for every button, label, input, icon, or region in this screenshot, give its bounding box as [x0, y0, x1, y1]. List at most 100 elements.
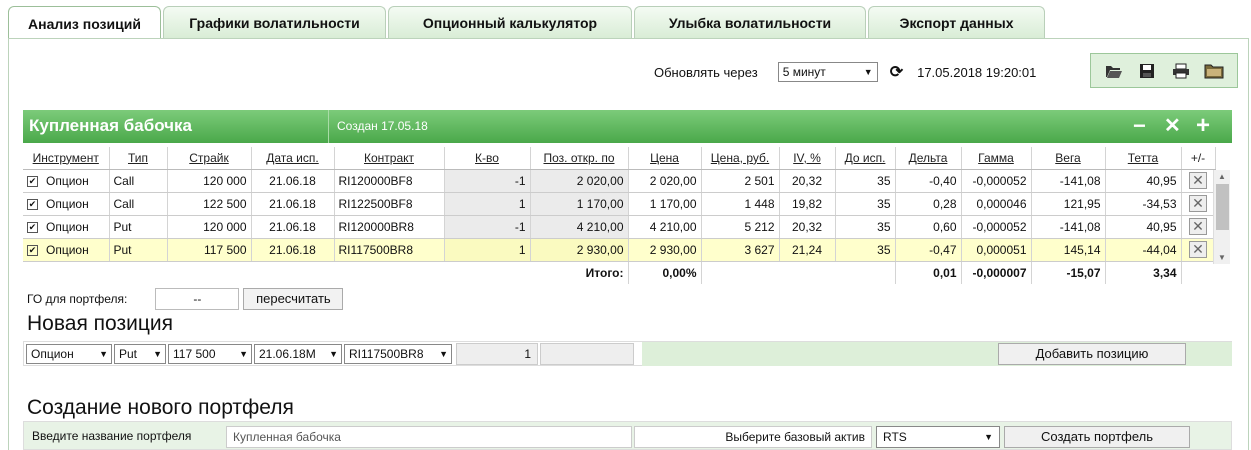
tab-option-calculator[interactable]: Опционный калькулятор [388, 6, 632, 39]
table-row[interactable]: ✔ Опцион Put 120 000 21.06.18 RI120000BR8 -1 4 … [23, 215, 1216, 239]
type-select[interactable]: Put ▼ [114, 343, 166, 364]
col-header-type[interactable]: Тип [109, 147, 168, 170]
base-asset-label: Выберите базовый актив [634, 426, 872, 448]
table-cell[interactable]: 1 [444, 192, 531, 216]
col-header-strike[interactable]: Страйк [167, 147, 252, 170]
table-cell[interactable]: 2 020,00 [530, 169, 629, 193]
remove-row-icon[interactable]: ✕ [1189, 241, 1207, 258]
table-row[interactable]: ✔ Опцион Put 117 500 21.06.18 RI117500BR8 1 2 9… [23, 238, 1216, 262]
tab-position-analysis[interactable]: Анализ позиций [8, 6, 161, 40]
cell-value: 19,82 [791, 196, 823, 211]
collapse-icon[interactable]: − [1133, 115, 1146, 137]
cell-value: 21,24 [791, 242, 823, 257]
table-cell: -0,40 [895, 169, 962, 193]
row-select-checkbox[interactable]: ✔ [27, 198, 38, 210]
table-row[interactable]: ✔ Опцион Call 122 500 21.06.18 RI122500BF8 1 1 … [23, 192, 1216, 216]
cell-value: 0,60 [933, 219, 957, 234]
remove-row-icon[interactable]: ✕ [1189, 195, 1207, 212]
col-header-open-price[interactable]: Поз. откр. по [530, 147, 629, 170]
row-select-checkbox[interactable]: ✔ [27, 221, 38, 233]
table-cell[interactable]: 2 930,00 [530, 238, 629, 262]
col-header-expiry[interactable]: Дата исп. [251, 147, 335, 170]
add-position-button[interactable]: Добавить позицию [998, 343, 1186, 365]
cell-value: 4 210,00 [576, 219, 624, 234]
table-cell: 145,14 [1031, 238, 1106, 262]
col-header-instrument[interactable]: Инструмент [23, 147, 110, 170]
portfolio-name-input[interactable]: Купленная бабочка [226, 426, 632, 448]
tab-volatility-charts[interactable]: Графики волатильности [163, 6, 386, 39]
recalculate-button[interactable]: пересчитать [243, 288, 344, 310]
col-header-theta[interactable]: Тетта [1105, 147, 1182, 170]
cell-value: RI117500BR8 [338, 242, 414, 257]
add-icon[interactable]: + [1196, 114, 1210, 138]
table-cell: 2 501 [701, 169, 780, 193]
cell-value: 1 448 [744, 196, 775, 211]
table-cell[interactable]: 1 [444, 238, 531, 262]
create-portfolio-button[interactable]: Создать портфель [1004, 426, 1190, 448]
table-cell[interactable]: -1 [444, 169, 531, 193]
col-header-days-to-expiry[interactable]: До исп. [835, 147, 896, 170]
print-icon[interactable] [1170, 60, 1192, 82]
col-header-vega[interactable]: Вега [1031, 147, 1106, 170]
table-cell: ✕ [1181, 238, 1216, 262]
table-cell: 2 930,00 [628, 238, 702, 262]
table-cell: 20,32 [779, 215, 836, 239]
last-update-datetime: 17.05.2018 19:20:01 [917, 64, 1037, 80]
row-select-checkbox[interactable]: ✔ [27, 175, 38, 187]
table-cell: RI117500BR8 [334, 238, 445, 262]
portfolio-name: Купленная бабочка [29, 116, 193, 135]
total-blank [23, 261, 530, 284]
quantity-input[interactable]: 1 [456, 342, 538, 365]
table-cell: 120 000 [167, 215, 252, 239]
instrument-select[interactable]: Опцион ▼ [26, 343, 112, 364]
remove-row-icon[interactable]: ✕ [1189, 218, 1207, 235]
table-cell: 122 500 [167, 192, 252, 216]
open-price-input[interactable] [540, 342, 634, 365]
remove-row-icon[interactable]: ✕ [1189, 172, 1207, 189]
strike-select-value: 117 500 [173, 346, 216, 361]
save-icon[interactable] [1136, 60, 1158, 82]
total-value: 3,34 [1104, 261, 1182, 284]
col-header-iv[interactable]: IV, % [779, 147, 836, 170]
close-icon[interactable]: ✕ [1164, 115, 1181, 137]
cell-value: Опцион [46, 196, 89, 211]
row-select-checkbox[interactable]: ✔ [27, 244, 38, 256]
scroll-down-icon[interactable]: ▼ [1218, 253, 1226, 262]
table-cell: 21,24 [779, 238, 836, 262]
base-asset-select-value: RTS [883, 430, 907, 444]
table-row[interactable]: ✔ Опцион Call 120 000 21.06.18 RI120000BF8 -1 2… [23, 169, 1216, 193]
table-cell[interactable]: -1 [444, 215, 531, 239]
tab-volatility-smile[interactable]: Улыбка волатильности [634, 6, 866, 39]
create-portfolio-heading: Создание нового портфеля [27, 396, 294, 419]
chevron-down-icon: ▼ [984, 432, 993, 442]
col-header-price[interactable]: Цена [628, 147, 702, 170]
strike-select[interactable]: 117 500 ▼ [168, 343, 252, 364]
contract-select[interactable]: RI117500BR8 ▼ [344, 343, 452, 364]
folder-icon[interactable] [1203, 60, 1225, 82]
table-cell: RI120000BR8 [334, 215, 445, 239]
refresh-interval-select[interactable]: 5 минут ▼ [777, 62, 878, 82]
base-asset-select[interactable]: RTS ▼ [876, 426, 1000, 448]
table-cell: RI120000BF8 [334, 169, 445, 193]
table-cell[interactable]: 1 170,00 [530, 192, 629, 216]
table-cell: 120 000 [167, 169, 252, 193]
col-header-quantity[interactable]: К-во [444, 147, 531, 170]
cell-value: 1 170,00 [576, 196, 624, 211]
cell-value: Опцион [46, 173, 89, 188]
col-header-price-rub[interactable]: Цена, руб. [701, 147, 780, 170]
chevron-down-icon: ▼ [153, 348, 162, 359]
scroll-up-icon[interactable]: ▲ [1218, 172, 1226, 181]
scrollbar-thumb[interactable] [1216, 184, 1229, 230]
table-cell: ✕ [1181, 192, 1216, 216]
col-header-delta[interactable]: Дельта [895, 147, 962, 170]
expiry-select[interactable]: 21.06.18M ▼ [254, 343, 342, 364]
col-header-contract[interactable]: Контракт [334, 147, 445, 170]
table-cell[interactable]: 4 210,00 [530, 215, 629, 239]
refresh-icon[interactable]: ⟳ [890, 62, 903, 82]
tab-data-export[interactable]: Экспорт данных [868, 6, 1045, 39]
table-cell: ✕ [1181, 169, 1216, 193]
cell-value: 0,000046 [976, 196, 1027, 211]
col-header-gamma[interactable]: Гамма [961, 147, 1032, 170]
open-folder-icon[interactable] [1103, 60, 1125, 82]
table-scrollbar[interactable]: ▲ ▼ [1213, 170, 1230, 264]
